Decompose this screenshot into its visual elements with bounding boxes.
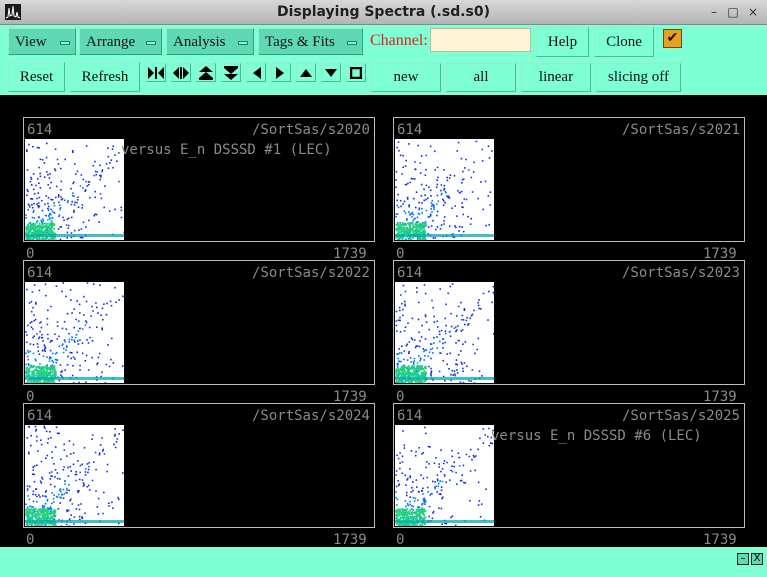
toolbar: View Arrange Analysis Tags & Fits Channe… bbox=[0, 25, 767, 95]
spectrum-panel[interactable]: 614 /SortSas/s2020 versus E_n DSSSD #1 (… bbox=[23, 117, 375, 242]
spectra-display: 614 /SortSas/s2020 versus E_n DSSSD #1 (… bbox=[0, 95, 767, 548]
menu-analysis[interactable]: Analysis bbox=[166, 28, 254, 55]
spectrum-plot bbox=[25, 139, 126, 242]
compress-vertical-icon[interactable] bbox=[221, 63, 241, 82]
spectrum-name: /SortSas/s2023 bbox=[621, 265, 740, 281]
spectrum-panel[interactable]: 614 /SortSas/s2024 bbox=[23, 403, 375, 528]
linear-button[interactable]: linear bbox=[521, 63, 591, 92]
menu-indicator-icon bbox=[347, 41, 357, 45]
menu-view[interactable]: View bbox=[8, 28, 76, 55]
reset-button[interactable]: Reset bbox=[8, 62, 65, 92]
spectrum-name: /SortSas/s2025 bbox=[621, 408, 740, 424]
slicing-button[interactable]: slicing off bbox=[596, 63, 681, 92]
y-max-label: 614 bbox=[27, 408, 53, 424]
spectrum-heatmap bbox=[395, 425, 494, 528]
scroll-down-icon[interactable] bbox=[321, 63, 341, 82]
spectrum-heatmap bbox=[395, 139, 494, 242]
minimize-button[interactable]: – bbox=[707, 5, 721, 19]
spectrum-plot bbox=[395, 282, 496, 385]
scroll-up-icon[interactable] bbox=[296, 63, 316, 82]
x-min-label: 0 bbox=[396, 532, 405, 548]
spectrum-heatmap bbox=[25, 282, 124, 385]
spectrum-heatmap bbox=[395, 282, 496, 385]
spectrum-plot bbox=[395, 425, 494, 528]
window-title: Displaying Spectra (.sd.s0) bbox=[276, 4, 491, 20]
menu-view-label: View bbox=[15, 34, 47, 50]
y-max-label: 614 bbox=[397, 408, 423, 424]
new-button[interactable]: new bbox=[371, 63, 441, 92]
menu-arrange[interactable]: Arrange bbox=[79, 28, 162, 55]
compress-horizontal-icon[interactable] bbox=[171, 63, 191, 82]
title-bar: Displaying Spectra (.sd.s0) – □ × bbox=[0, 0, 767, 25]
menu-indicator-icon bbox=[60, 41, 70, 45]
channel-label: Channel: bbox=[370, 32, 428, 49]
maximize-button[interactable]: □ bbox=[726, 5, 740, 19]
menu-analysis-label: Analysis bbox=[173, 34, 226, 50]
menu-tags-fits-label: Tags & Fits bbox=[265, 34, 335, 50]
refresh-button[interactable]: Refresh bbox=[70, 62, 140, 92]
status-close-button[interactable]: X bbox=[751, 553, 763, 565]
all-button[interactable]: all bbox=[446, 63, 516, 92]
spectrum-heatmap bbox=[25, 139, 126, 242]
y-max-label: 614 bbox=[397, 265, 423, 281]
auto-update-checkbox[interactable]: ✔ bbox=[663, 29, 682, 48]
y-max-label: 614 bbox=[27, 265, 53, 281]
clone-button[interactable]: Clone bbox=[594, 27, 654, 57]
spectrum-plot bbox=[395, 139, 494, 242]
menu-indicator-icon bbox=[146, 41, 156, 45]
spectrum-panel[interactable]: 614 /SortSas/s2023 bbox=[393, 260, 745, 385]
spectrum-title: versus E_n DSSSD #6 (LEC) bbox=[491, 428, 702, 444]
spectrum-heatmap bbox=[25, 425, 124, 528]
spectrum-title: versus E_n DSSSD #1 (LEC) bbox=[121, 142, 332, 158]
spectrum-name: /SortSas/s2022 bbox=[251, 265, 370, 281]
status-minimize-button[interactable]: – bbox=[737, 553, 749, 565]
spectrum-plot bbox=[25, 425, 124, 528]
channel-input[interactable] bbox=[430, 28, 531, 52]
menu-tags-fits[interactable]: Tags & Fits bbox=[258, 28, 363, 55]
spectrum-panel[interactable]: 614 /SortSas/s2021 bbox=[393, 117, 745, 242]
help-button[interactable]: Help bbox=[536, 27, 589, 57]
spectrum-name: /SortSas/s2024 bbox=[251, 408, 370, 424]
y-max-label: 614 bbox=[397, 122, 423, 138]
scroll-right-icon[interactable] bbox=[271, 63, 291, 82]
close-button[interactable]: × bbox=[746, 5, 760, 19]
y-max-label: 614 bbox=[27, 122, 53, 138]
spectrum-name: /SortSas/s2020 bbox=[251, 122, 370, 138]
expand-horizontal-icon[interactable] bbox=[146, 63, 166, 82]
x-min-label: 0 bbox=[26, 532, 35, 548]
menu-arrange-label: Arrange bbox=[86, 34, 136, 50]
spectrum-plot bbox=[25, 282, 124, 385]
spectrum-panel[interactable]: 614 /SortSas/s2025 versus E_n DSSSD #6 (… bbox=[393, 403, 745, 528]
menu-indicator-icon bbox=[238, 41, 248, 45]
x-max-label: 1739 bbox=[703, 532, 737, 548]
expand-vertical-icon[interactable] bbox=[196, 63, 216, 82]
x-max-label: 1739 bbox=[333, 532, 367, 548]
scroll-left-icon[interactable] bbox=[246, 63, 266, 82]
spectrum-name: /SortSas/s2021 bbox=[621, 122, 740, 138]
full-view-icon[interactable] bbox=[346, 63, 366, 82]
spectrum-panel[interactable]: 614 /SortSas/s2022 bbox=[23, 260, 375, 385]
status-bar: – X bbox=[0, 547, 767, 577]
